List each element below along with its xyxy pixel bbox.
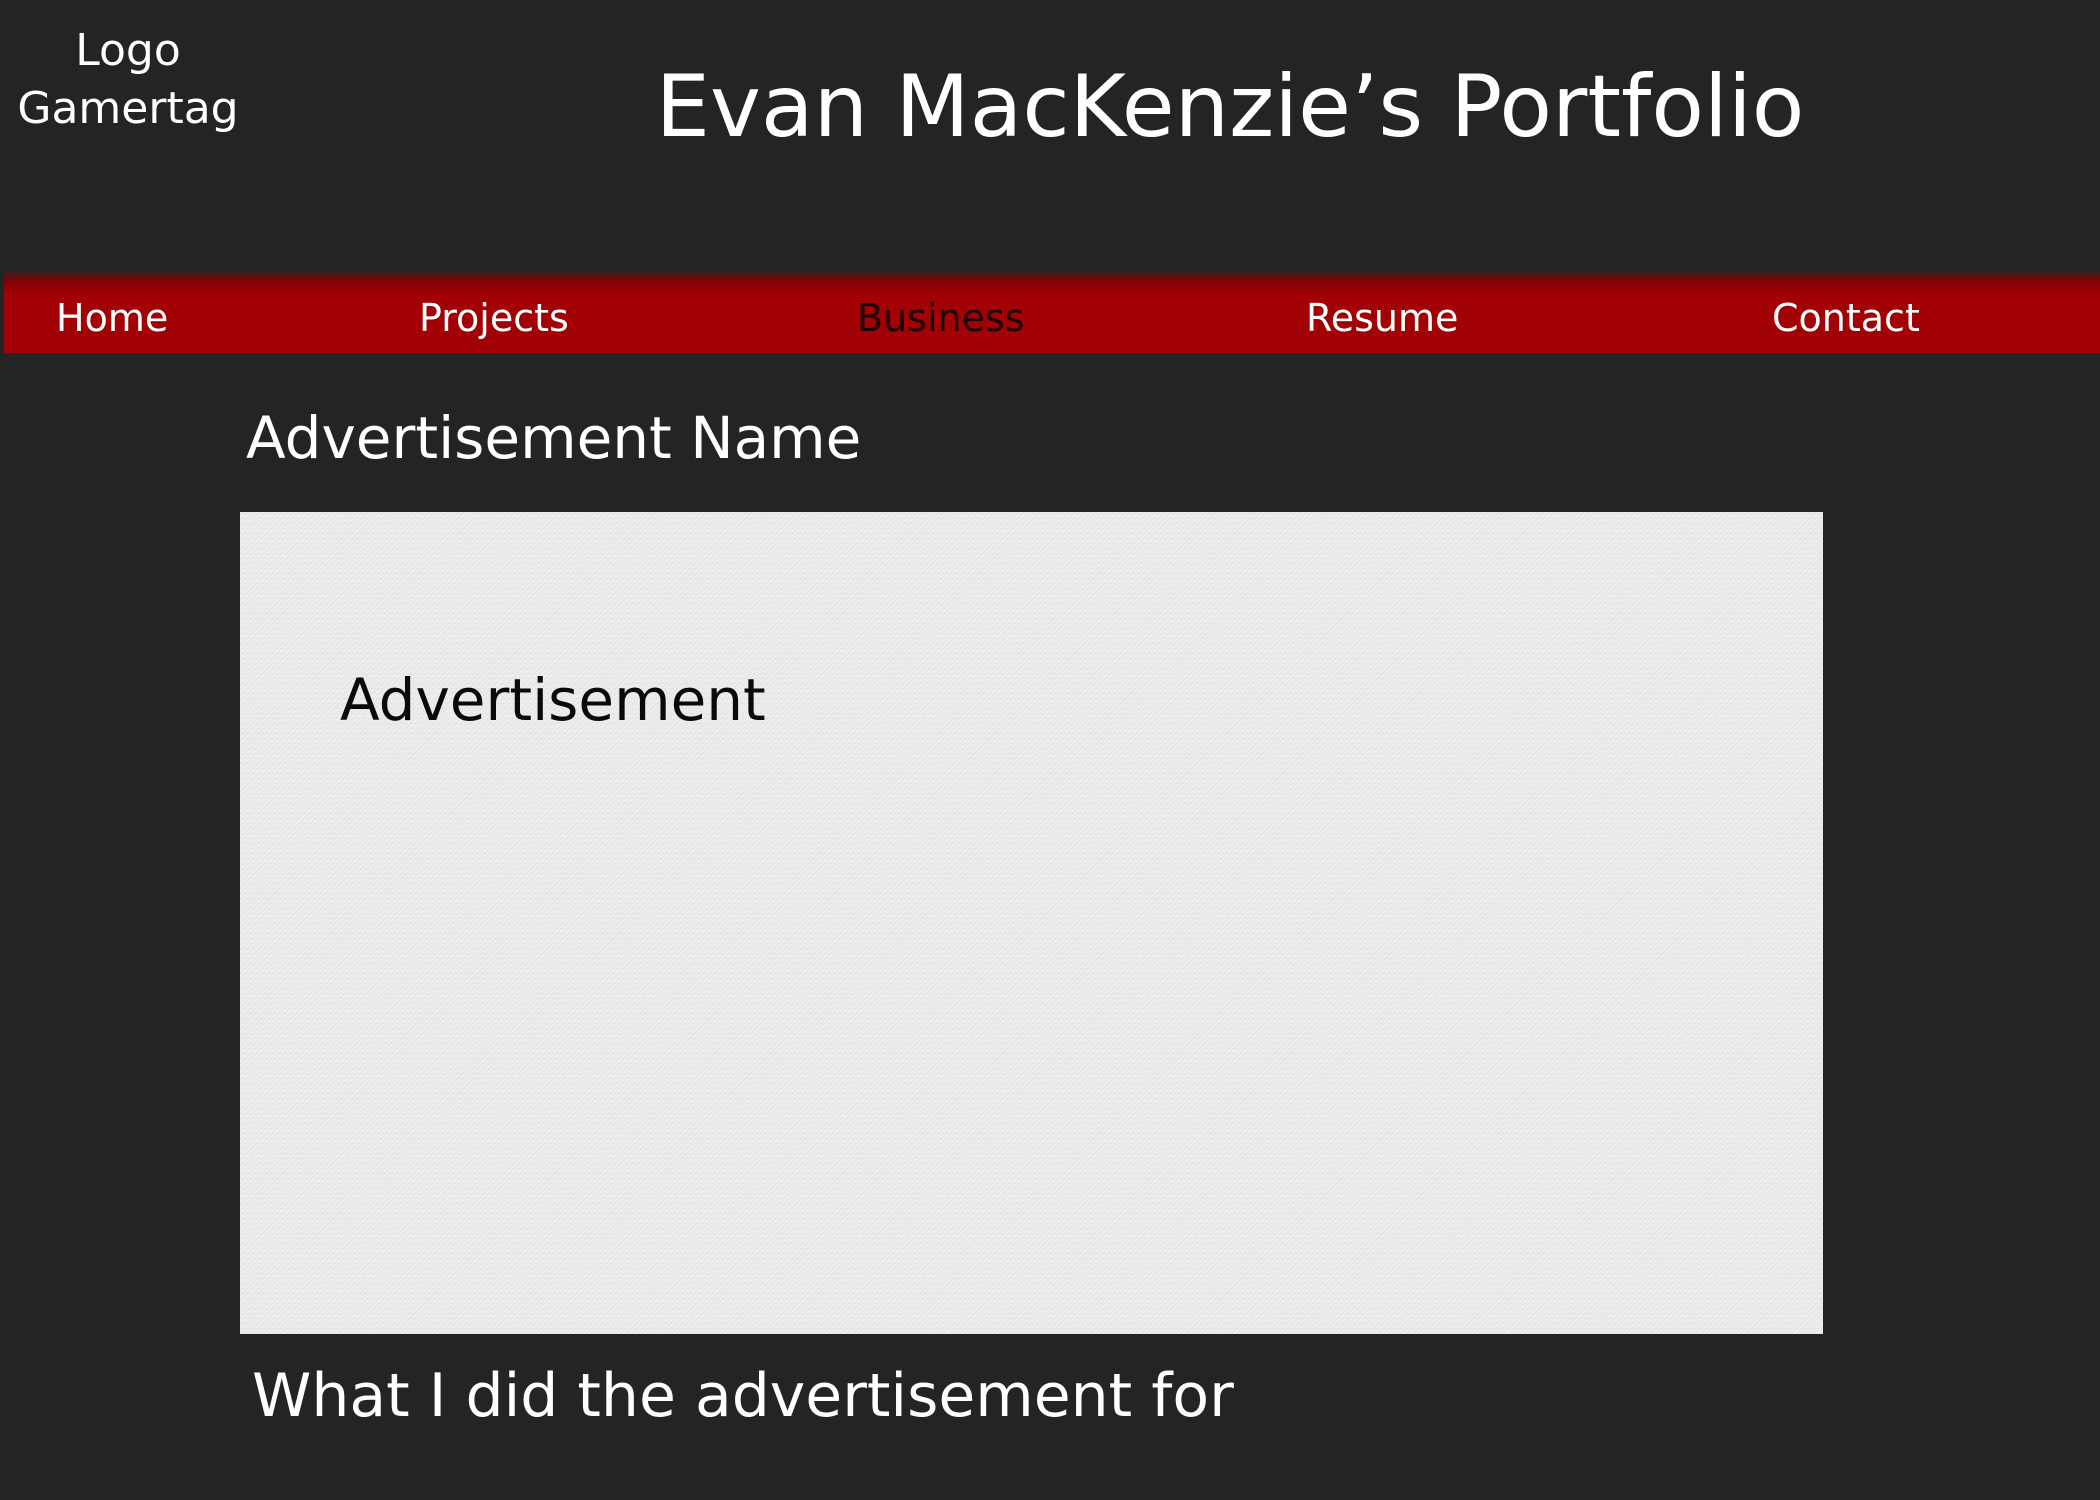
nav-item-business[interactable]: Business	[857, 288, 1025, 348]
advertisement-image[interactable]: Advertisement	[240, 512, 1823, 1334]
nav-item-projects[interactable]: Projects	[419, 288, 569, 348]
logo-text: Logo	[75, 25, 181, 76]
nav-item-resume[interactable]: Resume	[1306, 288, 1458, 348]
logo-gamertag[interactable]: Logo Gamertag	[0, 22, 256, 138]
advertisement-label: Advertisement	[340, 666, 766, 734]
advertisement-description: What I did the advertisement for	[252, 1361, 1234, 1431]
nav-item-contact[interactable]: Contact	[1772, 288, 1920, 348]
page-title: Evan MacKenzie’s Portfolio	[655, 57, 1805, 157]
advertisement-name-heading: Advertisement Name	[246, 404, 862, 472]
gamertag-text: Gamertag	[17, 83, 239, 134]
nav-item-home[interactable]: Home	[56, 288, 168, 348]
main-nav-bar: Home Projects Business Resume Contact	[4, 270, 2100, 353]
